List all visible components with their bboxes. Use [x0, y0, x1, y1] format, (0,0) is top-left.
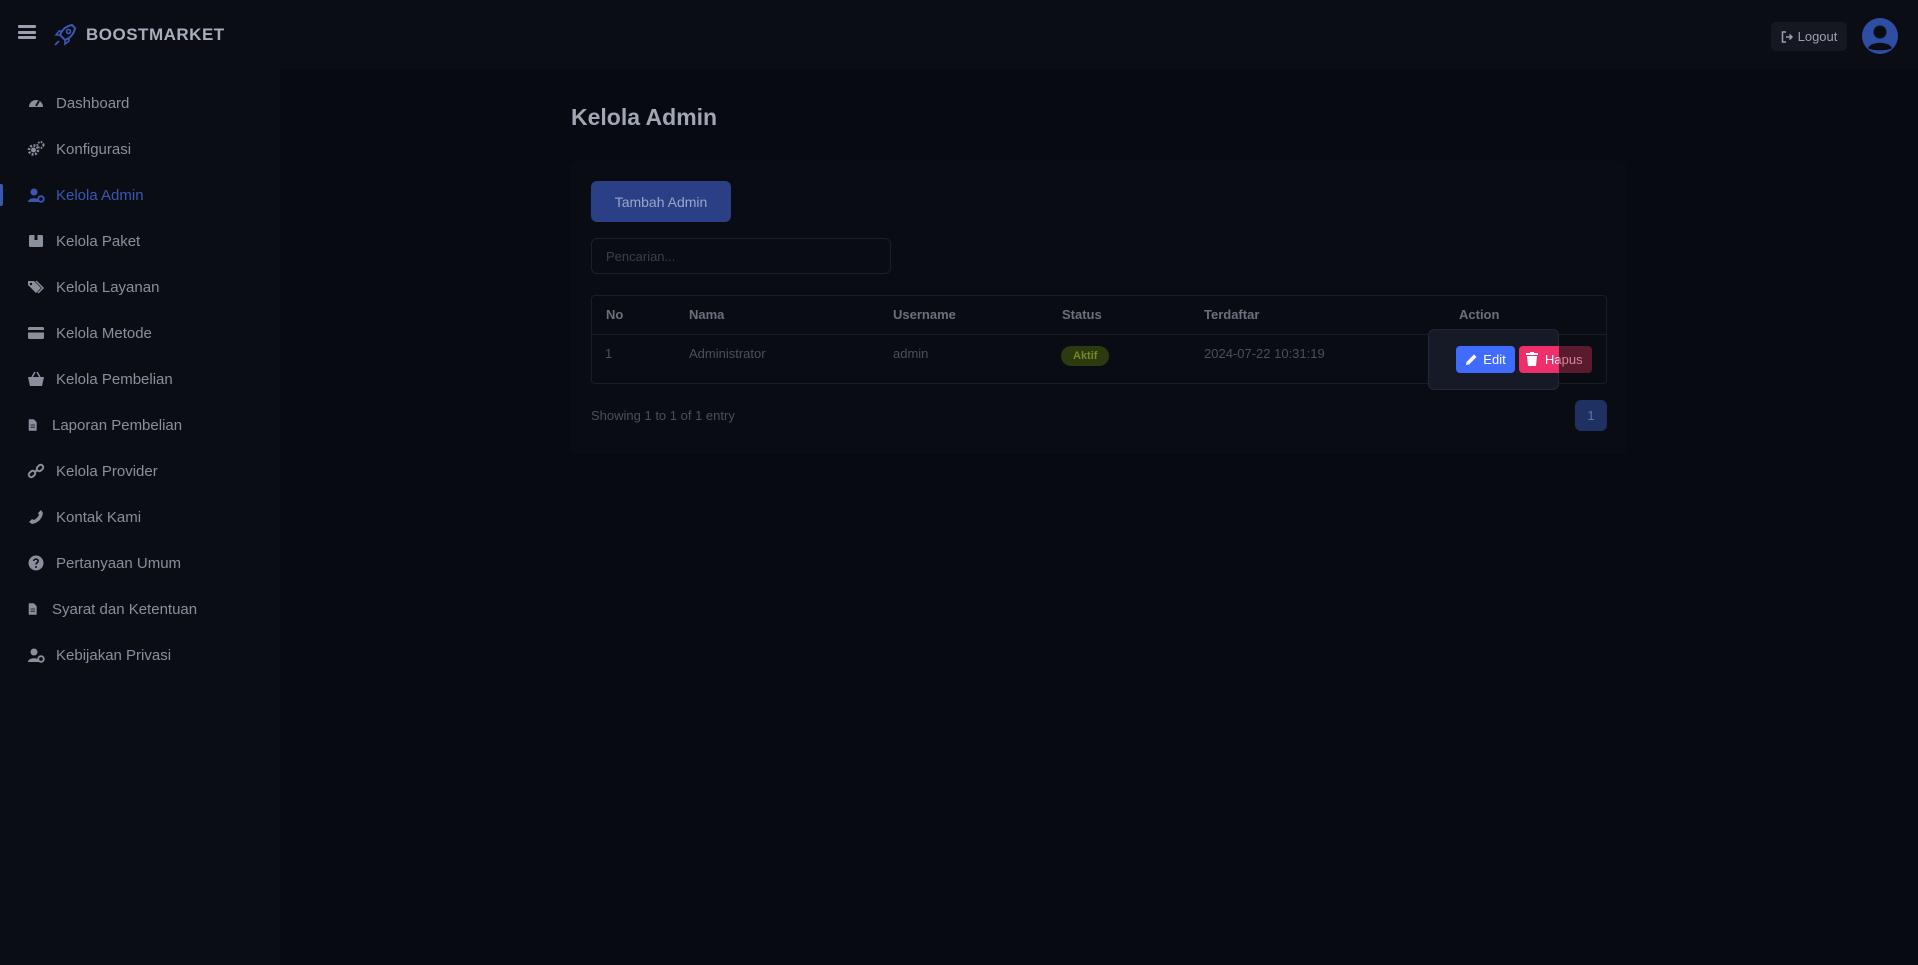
sidebar-item-label: Konfigurasi — [56, 140, 132, 158]
sidebar-item-label: Kelola Paket — [56, 232, 141, 250]
sidebar-item-label: Kelola Admin — [56, 186, 144, 204]
hamburger-menu-icon[interactable] — [18, 25, 36, 39]
showing-entries-text: Showing 1 to 1 of 1 entry — [591, 408, 735, 423]
column-header-terdaftar: Terdaftar — [1204, 307, 1260, 322]
page-title: Kelola Admin — [571, 104, 718, 130]
rocket-logo-icon — [54, 23, 77, 46]
sidebar-item-label: Kebijakan Privasi — [56, 646, 172, 664]
add-admin-button[interactable]: Tambah Admin — [591, 181, 731, 222]
delete-label: Hapus — [1545, 346, 1583, 373]
sidebar-item-kelola-provider[interactable]: Kelola Provider — [0, 451, 280, 491]
dashboard-icon — [29, 100, 43, 107]
sidebar-item-kelola-pembelian[interactable]: Kelola Pembelian — [0, 359, 280, 399]
logout-button[interactable]: Logout — [1771, 22, 1847, 51]
sidebar-item-label: Laporan Pembelian — [52, 416, 183, 434]
credit-card-icon — [28, 327, 44, 339]
pencil-icon — [1466, 354, 1477, 365]
user-cog-icon — [28, 648, 45, 663]
basket-icon — [28, 371, 44, 386]
sidebar-item-pertanyaan-umum[interactable]: Pertanyaan Umum — [0, 543, 280, 583]
tags-icon — [28, 280, 45, 294]
edit-label: Edit — [1483, 352, 1506, 367]
phone-icon — [29, 510, 43, 524]
sign-out-icon — [1781, 30, 1793, 43]
sidebar-item-label: Pertanyaan Umum — [56, 554, 182, 572]
user-cog-icon — [28, 188, 45, 203]
column-header-nama: Nama — [689, 307, 725, 322]
column-header-username: Username — [893, 307, 956, 322]
avatar[interactable] — [1862, 18, 1898, 54]
sidebar-item-label: Kelola Provider — [56, 462, 158, 480]
question-circle-icon — [28, 555, 44, 571]
sidebar-item-label: Kelola Layanan — [56, 278, 160, 296]
sidebar-item-label: Kontak Kami — [56, 508, 142, 526]
sidebar-item-label: Dashboard — [56, 94, 130, 112]
cell-no: 1 — [605, 346, 613, 361]
link-icon — [27, 463, 45, 479]
cell-username: admin — [893, 346, 929, 361]
sidebar-item-konfigurasi[interactable]: Konfigurasi — [0, 129, 280, 169]
logout-label: Logout — [1797, 29, 1838, 44]
sidebar-item-label: Kelola Metode — [56, 324, 152, 342]
cell-nama: Administrator — [689, 346, 766, 361]
pagination-page-1[interactable]: 1 — [1575, 400, 1607, 431]
brand[interactable]: BOOSTMARKET — [52, 22, 225, 48]
cogs-icon — [27, 141, 45, 156]
sidebar-item-laporan-pembelian[interactable]: Laporan Pembelian — [0, 405, 280, 445]
cell-terdaftar: 2024-07-22 10:31:19 — [1204, 346, 1325, 361]
top-bar: BOOSTMARKET Logout — [0, 0, 1918, 70]
column-header-status: Status — [1062, 307, 1102, 322]
delete-button[interactable]: Hapus — [1519, 346, 1592, 373]
sidebar-item-kelola-admin[interactable]: Kelola Admin — [0, 175, 280, 215]
sidebar-item-kebijakan-privasi[interactable]: Kebijakan Privasi — [0, 635, 280, 675]
sidebar-item-label: Kelola Pembelian — [56, 370, 173, 388]
user-avatar-icon — [1863, 19, 1897, 53]
status-badge: Aktif — [1061, 346, 1110, 366]
sidebar-item-kontak-kami[interactable]: Kontak Kami — [0, 497, 280, 537]
box-icon — [29, 235, 43, 247]
file-icon — [28, 419, 37, 431]
trash-icon — [1526, 352, 1538, 366]
file-icon — [28, 603, 37, 615]
brand-name: BOOSTMARKET — [86, 25, 225, 44]
sidebar-item-kelola-layanan[interactable]: Kelola Layanan — [0, 267, 280, 307]
sidebar-item-label: Syarat dan Ketentuan — [52, 600, 198, 618]
sidebar-item-kelola-paket[interactable]: Kelola Paket — [0, 221, 280, 261]
sidebar-item-dashboard[interactable]: Dashboard — [0, 83, 280, 123]
sidebar-item-kelola-metode[interactable]: Kelola Metode — [0, 313, 280, 353]
edit-button[interactable]: Edit — [1456, 346, 1515, 373]
search-input[interactable] — [591, 238, 891, 274]
sidebar-item-syarat-dan-ketentuan[interactable]: Syarat dan Ketentuan — [0, 589, 280, 629]
column-header-no: No — [606, 307, 624, 322]
